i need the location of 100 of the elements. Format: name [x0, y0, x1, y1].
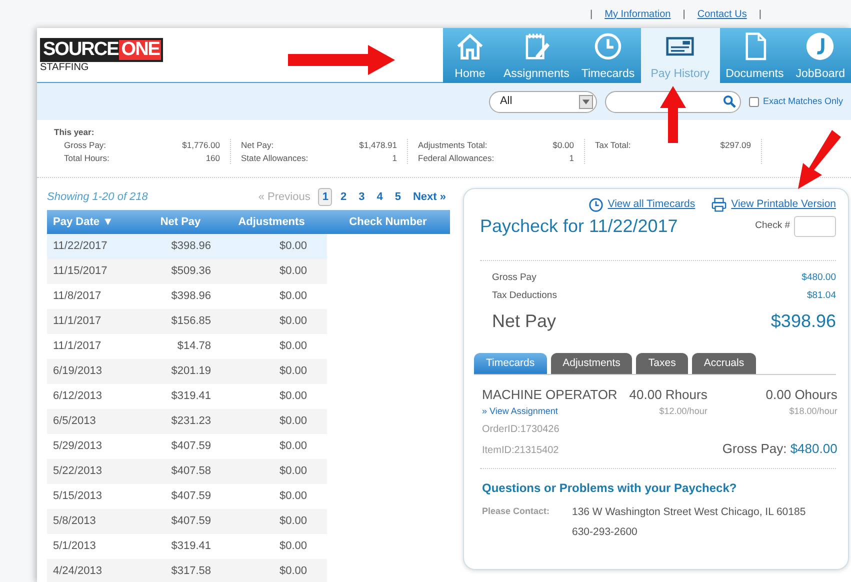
table-cell: $201.19	[145, 359, 217, 384]
tab[interactable]: Taxes	[636, 352, 688, 374]
summary-value: $0.00	[552, 138, 574, 152]
pay-value: $480.00	[802, 271, 836, 285]
view-assignment-link[interactable]: » View Assignment	[482, 404, 618, 418]
summary-label: Gross Pay:	[64, 138, 106, 152]
checkbox-label: Exact Matches Only	[762, 94, 843, 108]
check-number-field[interactable]	[794, 216, 836, 237]
top-link[interactable]: Contact Us	[697, 6, 747, 22]
table-cell: 11/15/2017	[47, 259, 145, 284]
page-link[interactable]: 2	[336, 188, 351, 206]
summary-value: $1,776.00	[182, 138, 220, 152]
summary-value: 1	[392, 152, 397, 164]
table-cell: $0.00	[217, 359, 327, 384]
nav-tab[interactable]: Documents	[720, 28, 790, 83]
table-cell: $319.41	[145, 384, 217, 409]
address: 136 W Washington Street West Chicago, IL 60185	[572, 505, 806, 520]
job-title: MACHINE OPERATOR	[482, 386, 618, 404]
table-cell: $0.00	[217, 509, 327, 534]
tab[interactable]: Accruals	[692, 352, 756, 374]
page-link[interactable]: 5	[390, 188, 405, 206]
column-header[interactable]: Adjustments	[217, 210, 327, 234]
logo-subtitle: STAFFING	[40, 62, 90, 73]
table-cell: $0.00	[217, 284, 327, 309]
summary-label: Adjustments Total:	[418, 138, 488, 152]
contact-label: Please Contact:	[482, 505, 551, 518]
filter-select[interactable]: All	[488, 90, 597, 112]
table-cell: $398.96	[145, 284, 217, 309]
page-link[interactable]: 3	[354, 188, 369, 206]
link[interactable]: View all Timecards	[608, 197, 696, 213]
summary-label: Total Hours:	[64, 152, 110, 164]
table-cell: 5/22/2013	[47, 459, 145, 484]
table-cell: $317.58	[145, 559, 217, 582]
annotation-arrow	[660, 86, 686, 143]
table-cell: $407.58	[145, 459, 217, 484]
separator: |	[758, 8, 762, 22]
top-link[interactable]: My Information	[604, 6, 671, 22]
results-count: Showing 1-20 of 218	[47, 190, 148, 205]
summary-title: This year:	[54, 126, 96, 139]
tab[interactable]: Adjustments	[550, 352, 632, 374]
table-cell: $0.00	[217, 259, 327, 284]
pay-label: Gross Pay	[492, 271, 536, 285]
page-link[interactable]: 1	[318, 188, 332, 206]
net-pay-label: Net Pay	[492, 310, 556, 333]
column-header[interactable]: Check Number	[327, 210, 450, 234]
nav-tab[interactable]: Assignments	[498, 28, 576, 83]
tab[interactable]: Timecards	[474, 352, 547, 374]
table-cell: 6/5/2013	[47, 409, 145, 434]
summary-value: 1	[569, 152, 574, 164]
table-cell: $407.59	[145, 484, 217, 509]
nav-tab[interactable]: Timecards	[575, 28, 641, 83]
separator: |	[682, 8, 686, 22]
table-cell: 11/1/2017	[47, 334, 145, 359]
table-cell: $0.00	[217, 409, 327, 434]
table-cell: 11/8/2017	[47, 284, 145, 309]
table-cell: $0.00	[217, 559, 327, 582]
pay-value: $81.04	[806, 289, 836, 304]
table-cell: 5/29/2013	[47, 434, 145, 459]
table-cell: 11/1/2017	[47, 309, 145, 334]
table-cell: $0.00	[217, 309, 327, 334]
logo: SOURCEONE	[40, 38, 164, 62]
table-cell: $0.00	[217, 434, 327, 459]
clock-icon	[588, 197, 604, 213]
table-cell: $509.36	[145, 259, 217, 284]
phone-number: 630-293-2600	[572, 525, 638, 540]
order-id: OrderID:1730426	[482, 423, 560, 438]
table-cell: $407.59	[145, 434, 217, 459]
column-header[interactable]: Net Pay	[145, 210, 217, 234]
summary-value: $1,478.91	[359, 138, 397, 152]
checkbox[interactable]	[748, 96, 759, 106]
caret-icon	[578, 94, 593, 108]
table-cell: $0.00	[217, 459, 327, 484]
contact-heading: Questions or Problems with your Paycheck?	[482, 480, 738, 498]
search-icon[interactable]	[722, 95, 736, 108]
check-number-label: Check #	[755, 219, 790, 234]
table-cell: 6/19/2013	[47, 359, 145, 384]
nav-tab[interactable]: JobBoard	[790, 28, 851, 83]
column-header[interactable]: Pay Date ▼	[47, 210, 145, 234]
table-cell: $319.41	[145, 534, 217, 559]
table-cell: $0.00	[217, 534, 327, 559]
next-link[interactable]: Next »	[408, 188, 450, 206]
table-cell: 5/15/2013	[47, 484, 145, 509]
hourly-rate: $12.00/hour	[658, 404, 708, 418]
table-cell: $156.85	[145, 309, 217, 334]
item-id: ItemID:21315402	[482, 444, 560, 458]
link[interactable]: View Printable Version	[731, 197, 836, 213]
hours-amount: 40.00 Rhours	[628, 386, 708, 404]
annotation-arrow	[798, 130, 841, 189]
table-cell: $0.00	[217, 334, 327, 359]
pay-label: Tax Deductions	[492, 289, 557, 304]
hourly-rate: $18.00/hour	[788, 404, 838, 418]
table-cell: 11/22/2017	[47, 234, 145, 259]
summary-label: Federal Allowances:	[418, 152, 494, 164]
table-cell: $407.59	[145, 509, 217, 534]
net-pay-value: $398.96	[770, 310, 836, 332]
paycheck-title: Paycheck for 11/22/2017	[480, 215, 678, 238]
nav-tab[interactable]: Home	[442, 28, 498, 83]
page-link[interactable]: 4	[372, 188, 387, 206]
table-cell: $0.00	[217, 384, 327, 409]
table-cell: $0.00	[217, 234, 327, 259]
